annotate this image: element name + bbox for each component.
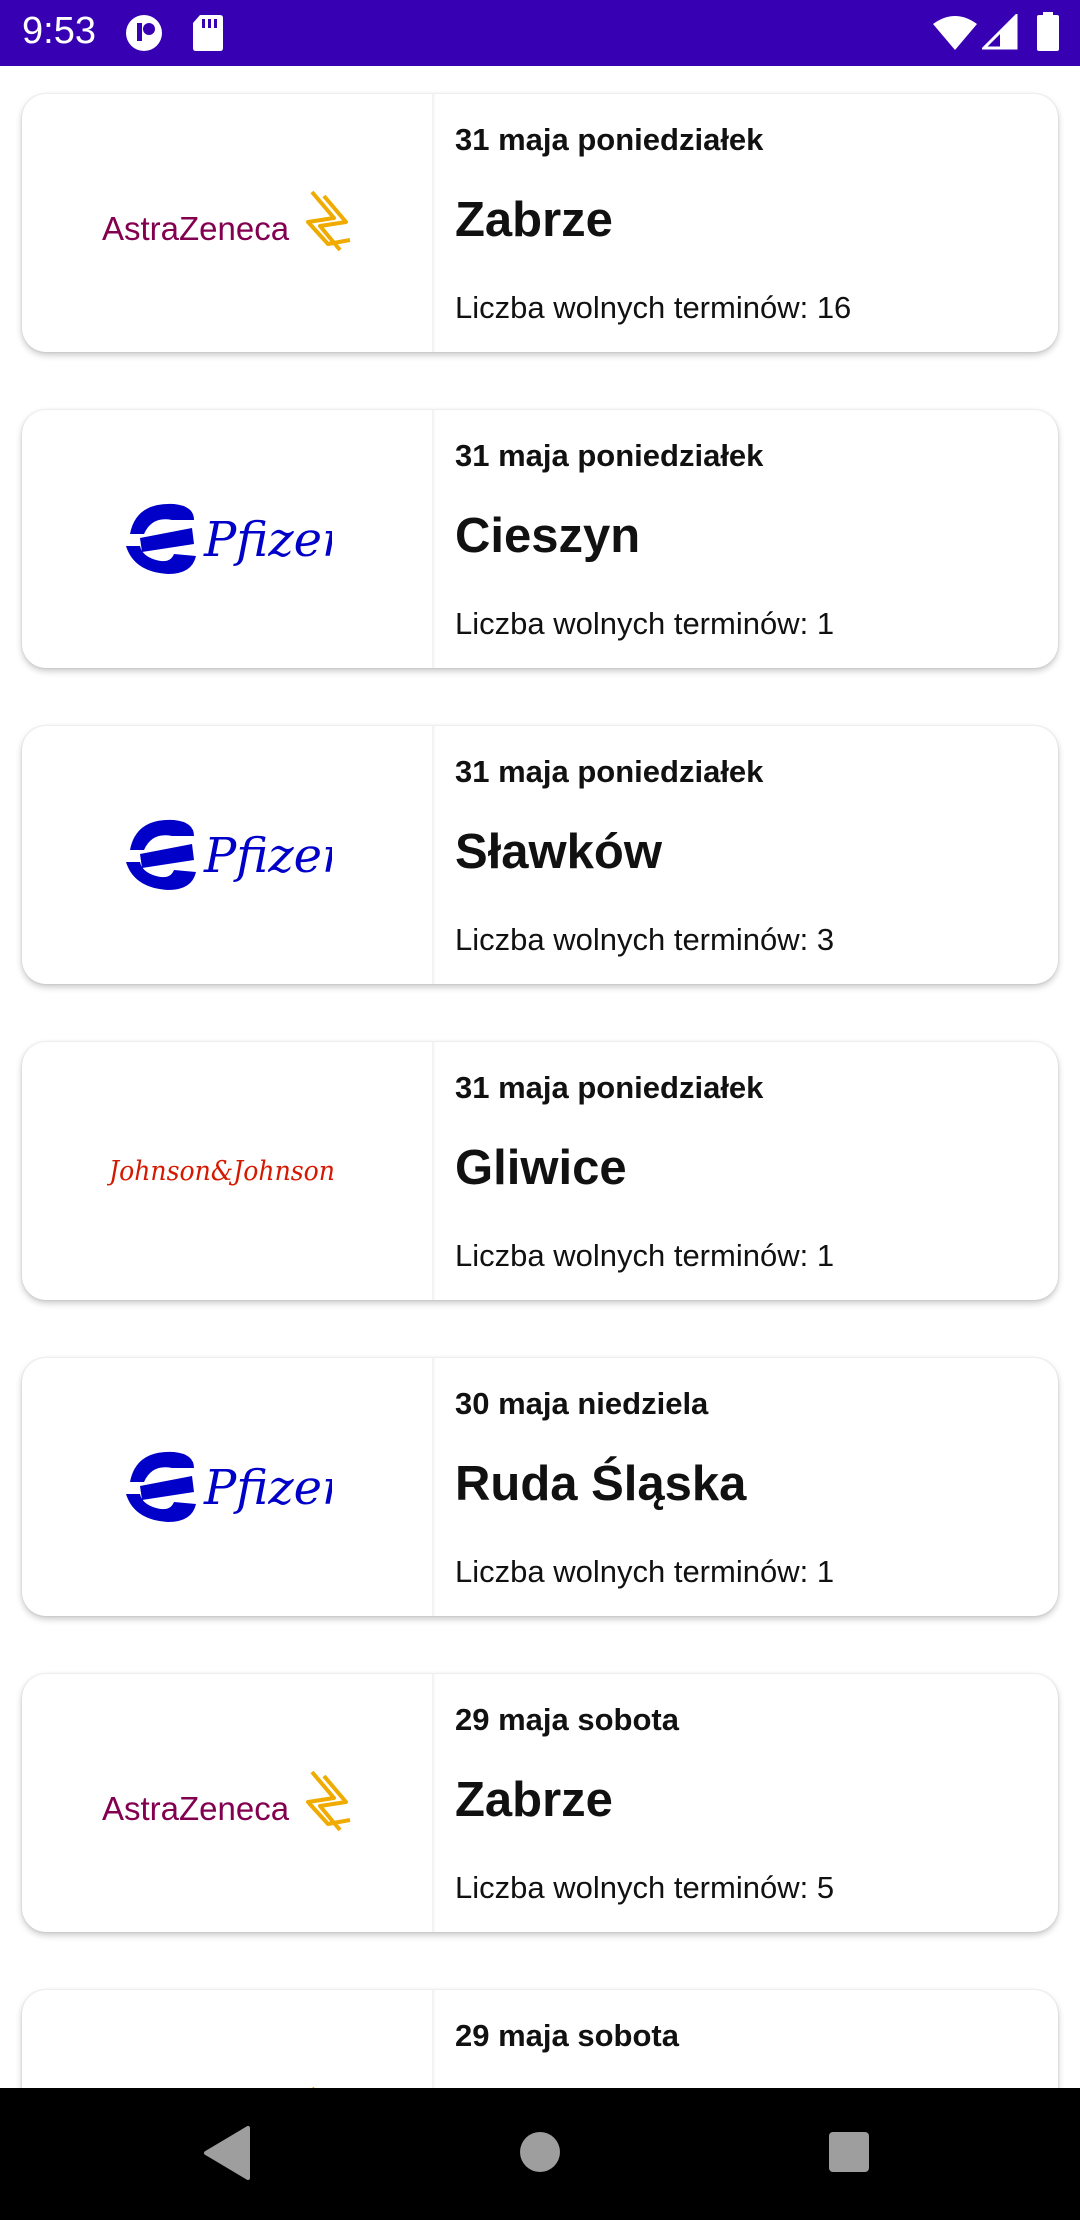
astrazeneca-logo: AstraZeneca <box>102 190 351 252</box>
slot-date: 31 maja poniedziałek <box>455 754 764 789</box>
brand-text: Pfizer <box>203 512 332 568</box>
vaccine-logo-area: AstraZeneca <box>22 1674 432 1932</box>
vaccine-logo-area: Pfizer <box>22 726 432 984</box>
recents-icon[interactable] <box>828 2131 870 2173</box>
home-icon[interactable] <box>518 2130 562 2174</box>
vaccine-logo-area: Pfizer <box>22 1358 432 1616</box>
vaccine-logo-area: Pfizer <box>22 410 432 668</box>
slot-count: Liczba wolnych terminów: 5 <box>455 1870 835 1905</box>
battery-icon <box>1037 12 1059 51</box>
brand-text: Pfizer <box>203 828 332 884</box>
vaccine-logo-area: AstraZeneca <box>22 94 432 352</box>
astrazeneca-mark <box>306 1770 351 1832</box>
pfizer-helix-mark <box>126 1451 196 1522</box>
signal-icon <box>982 14 1018 50</box>
vaccine-logo-area: AstraZeneca <box>22 1990 432 2088</box>
slot-count: Liczba wolnych terminów: 1 <box>455 606 835 641</box>
slot-card[interactable]: AstraZeneca 29 maja sobota <box>22 1990 1058 2088</box>
slot-city: Sławków <box>455 825 662 879</box>
slot-city: Zabrze <box>455 193 613 247</box>
notification-app-icon <box>126 15 162 51</box>
slot-card[interactable]: Pfizer 31 maja poniedziałek Sławków Liczba … <box>22 726 1058 984</box>
navigation-bar <box>0 2088 1080 2220</box>
status-time: 9:53 <box>22 10 96 52</box>
card-divider <box>432 1674 436 1932</box>
pfizer-helix-mark <box>126 819 196 890</box>
wifi-icon <box>933 16 977 50</box>
status-bar: 9:53 <box>0 0 1080 66</box>
slot-date: 29 maja sobota <box>455 2018 679 2053</box>
pfizer-helix-mark <box>126 503 196 574</box>
card-divider <box>432 1990 436 2088</box>
slot-date: 29 maja sobota <box>455 1702 679 1737</box>
brand-text: AstraZeneca <box>102 1790 290 1827</box>
pfizer-logo: Pfizer <box>126 503 332 574</box>
slot-count: Liczba wolnych terminów: 3 <box>455 922 835 957</box>
card-divider <box>432 94 436 352</box>
slot-count: Liczba wolnych terminów: 1 <box>455 1238 835 1273</box>
card-divider <box>432 1358 436 1616</box>
slot-date: 31 maja poniedziałek <box>455 122 764 157</box>
vaccine-logo-area: Johnson&Johnson <box>22 1042 432 1300</box>
slot-card[interactable]: Pfizer 30 maja niedziela Ruda Śląska Liczba… <box>22 1358 1058 1616</box>
slot-city: Ruda Śląska <box>455 1457 747 1511</box>
pfizer-logo: Pfizer <box>126 1451 332 1522</box>
slot-card[interactable]: AstraZeneca 29 maja sobota Zabrze Liczba wo… <box>22 1674 1058 1932</box>
jnj-logo: Johnson&Johnson <box>107 1156 335 1187</box>
slot-card[interactable]: Johnson&Johnson 31 maja poniedziałek Gliwi… <box>22 1042 1058 1300</box>
slot-card[interactable]: AstraZeneca 31 maja poniedziałek Zabrze Lic… <box>22 94 1058 352</box>
card-divider <box>432 726 436 984</box>
slot-city: Gliwice <box>455 1141 627 1195</box>
brand-text: Pfizer <box>203 1460 332 1516</box>
vaccination-slot-list[interactable]: AstraZeneca 31 maja poniedziałek Zabrze Lic… <box>0 66 1080 2088</box>
brand-text: Johnson&Johnson <box>107 1156 335 1187</box>
brand-text: AstraZeneca <box>102 210 290 247</box>
back-icon[interactable] <box>202 2124 254 2182</box>
astrazeneca-logo: AstraZeneca <box>102 1770 351 1832</box>
slot-date: 31 maja poniedziałek <box>455 1070 764 1105</box>
card-divider <box>432 1042 436 1300</box>
slot-city: Cieszyn <box>455 509 641 563</box>
pfizer-logo: Pfizer <box>126 819 332 890</box>
sd-card-icon <box>193 15 223 51</box>
slot-date: 31 maja poniedziałek <box>455 438 764 473</box>
slot-card[interactable]: Pfizer 31 maja poniedziałek Cieszyn Liczba … <box>22 410 1058 668</box>
card-divider <box>432 410 436 668</box>
astrazeneca-mark <box>306 190 351 252</box>
slot-count: Liczba wolnych terminów: 1 <box>455 1554 835 1589</box>
slot-count: Liczba wolnych terminów: 16 <box>455 290 852 325</box>
slot-date: 30 maja niedziela <box>455 1386 709 1421</box>
slot-city: Zabrze <box>455 1773 613 1827</box>
